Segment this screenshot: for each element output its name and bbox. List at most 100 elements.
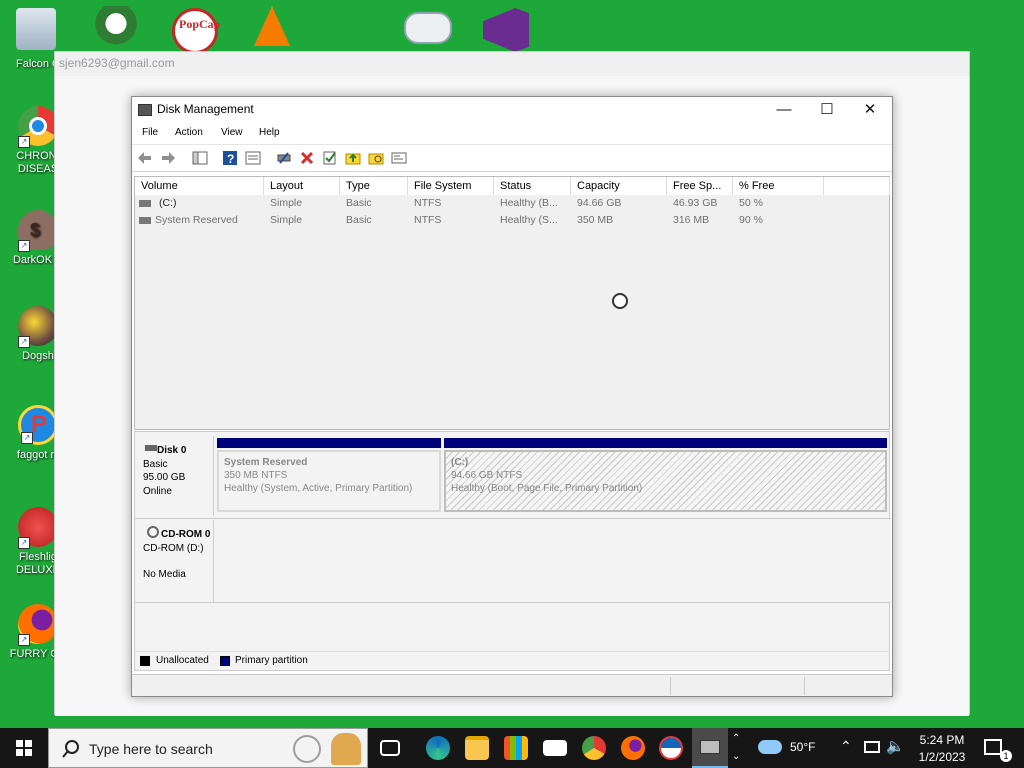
forward-arrow-icon[interactable] [160,150,176,166]
disk-management-window: Disk Management — ☐ ✕ File Action View H… [131,96,893,697]
partition-name: (C:) [451,457,469,468]
gamepad-icon[interactable] [404,12,452,44]
title-bar[interactable]: Disk Management — ☐ ✕ [132,97,892,123]
cell-type: Basic [346,197,372,209]
partition-size: 94.66 GB NTFS [451,470,523,481]
table-row[interactable]: (C:) Simple Basic NTFS Healthy (B... 94.… [135,195,891,212]
volume-icon[interactable]: 🔈 [886,737,905,755]
clock-date[interactable]: 1/2/2023 [912,750,972,764]
edge-icon[interactable] [426,736,450,760]
show-hidden-icons-icon[interactable]: ⌃ [840,738,852,755]
partition-size: 350 MB NTFS [224,470,288,481]
close-button[interactable]: ✕ [848,97,892,123]
partition-c[interactable]: (C:) 94.66 GB NTFS Healthy (Boot, Page F… [444,450,887,512]
cell-layout: Simple [270,197,303,209]
column-header-type[interactable]: Type [340,177,408,195]
console-view-icon[interactable] [391,150,407,166]
popcap-icon[interactable]: PopCap [172,8,220,54]
firefox-taskbar-icon[interactable] [621,736,645,760]
cell-status: Healthy (B... [500,197,558,209]
partition-status: Healthy (Boot, Page File, Primary Partit… [451,483,643,494]
properties-view-icon[interactable] [245,150,261,166]
unallocated-swatch [140,656,150,666]
cdrom-0-label[interactable]: CD-ROM 0 CD-ROM (D:) No Media [135,520,214,602]
disk-size [143,555,213,568]
column-header-free-space[interactable]: Free Sp... [667,177,733,195]
taskbar-search[interactable]: Type here to search [48,728,368,768]
show-hide-tree-icon[interactable] [192,150,208,166]
shortcut-arrow-icon: ↗ [18,634,30,646]
overflow-scroll-icon[interactable]: ⌃ ⌄ [732,730,740,766]
column-header-status[interactable]: Status [494,177,571,195]
menu-view[interactable]: View [221,127,243,138]
help-icon[interactable]: ? [222,150,238,166]
drive-icon [139,200,151,207]
shortcut-arrow-icon: ↗ [18,336,30,348]
flower-icon[interactable] [94,6,138,50]
network-icon[interactable] [864,741,880,753]
partition-name: System Reserved [224,457,308,468]
menu-action[interactable]: Action [175,127,203,138]
folder-up-icon[interactable] [345,150,361,166]
visual-studio-icon[interactable] [483,8,529,52]
minimize-button[interactable]: — [762,97,806,123]
search-placeholder: Type here to search [89,741,213,757]
store-icon[interactable] [504,736,528,760]
shortcut-arrow-icon: ↗ [21,432,33,444]
column-header-capacity[interactable]: Capacity [571,177,667,195]
partition-status: Healthy (System, Active, Primary Partiti… [224,483,413,494]
disk-management-taskbar-icon[interactable] [692,728,728,768]
cdrom-area [215,520,891,602]
cell-file-system: NTFS [414,197,442,209]
menu-file[interactable]: File [142,127,158,138]
disk-state: No Media [143,569,186,580]
cell-layout: Simple [270,214,303,226]
chrome-taskbar-icon[interactable] [582,736,606,760]
cell-free-space: 316 MB [673,214,710,226]
clock-time[interactable]: 5:24 PM [918,733,966,747]
start-button[interactable] [0,728,48,768]
game-icon: ↗ [18,306,58,348]
partition-system-reserved[interactable]: System Reserved 350 MB NTFS Healthy (Sys… [217,450,441,512]
maximize-button[interactable]: ☐ [805,97,849,123]
chrome-icon: ↗ [18,106,58,148]
vlc-icon[interactable] [254,6,290,46]
cell-file-system: NTFS [414,214,442,226]
back-arrow-icon[interactable] [137,150,153,166]
notification-center-icon[interactable] [984,739,1002,755]
delete-icon[interactable] [299,150,315,166]
table-row[interactable]: System Reserved Simple Basic NTFS Health… [135,212,891,229]
legend: Unallocated Primary partition [134,651,890,669]
busy-cursor-icon [612,293,628,309]
mail-icon[interactable] [543,740,567,756]
folder-search-icon[interactable] [368,150,384,166]
column-header-volume[interactable]: Volume [135,177,264,195]
partition-bar-system-reserved [217,438,441,448]
divider [135,518,891,519]
weather-temperature[interactable]: 50°F [790,740,815,754]
weather-cloud-icon[interactable] [758,740,782,754]
firefox-icon: ↗ [18,604,58,646]
legend-primary-partition: Primary partition [235,655,308,666]
connect-disk-icon[interactable] [276,150,292,166]
task-view-icon[interactable] [380,740,400,756]
disk-0-label[interactable]: Disk 0 Basic 95.00 GB Online [135,436,214,516]
red-creature-icon: ↗ [18,507,58,549]
column-header-percent-free[interactable]: % Free [733,177,824,195]
account-email: sjen6293@gmail.com [59,56,175,70]
divider [135,602,891,603]
legend-unallocated: Unallocated [156,655,209,666]
obama-icon[interactable] [659,736,683,760]
column-header-file-system[interactable]: File System [408,177,494,195]
menu-help[interactable]: Help [259,127,280,138]
partition-bar-c [444,438,887,448]
cell-status: Healthy (S... [500,214,558,226]
status-separator [804,677,805,695]
search-highlight-icon [293,735,321,763]
search-icon [62,740,79,758]
column-header-layout[interactable]: Layout [264,177,340,195]
disk-type: CD-ROM (D:) [143,542,204,554]
file-explorer-icon[interactable] [465,736,489,760]
cell-capacity: 350 MB [577,214,614,226]
checklist-icon[interactable] [322,150,338,166]
